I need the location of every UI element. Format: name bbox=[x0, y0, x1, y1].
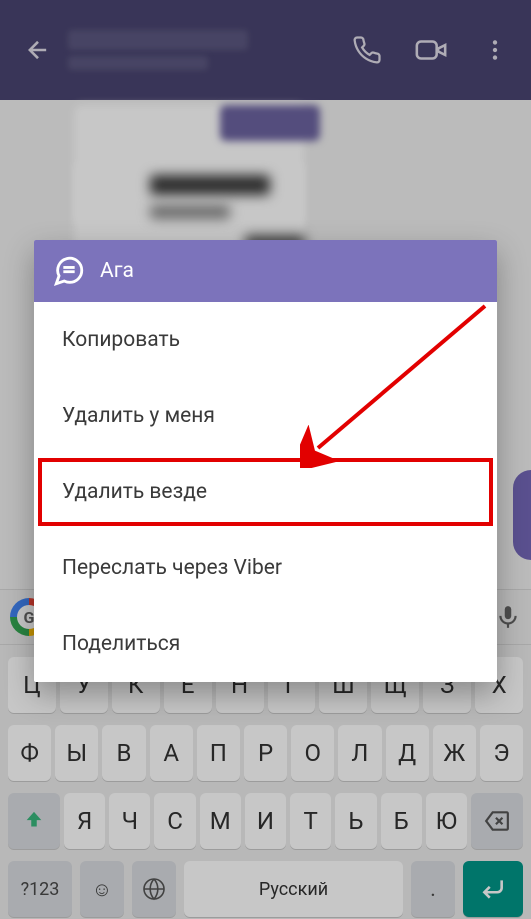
menu-item-share[interactable]: Поделиться bbox=[34, 606, 497, 682]
menu-item-copy[interactable]: Копировать bbox=[34, 302, 497, 378]
menu-item-delete-for-me[interactable]: Удалить у меня bbox=[34, 378, 497, 454]
menu-item-delete-everywhere[interactable]: Удалить везде bbox=[34, 454, 497, 530]
dialog-header: Ага bbox=[34, 240, 497, 302]
chat-bubble-icon bbox=[52, 254, 86, 288]
dialog-title: Ага bbox=[100, 259, 134, 283]
context-menu-dialog: Ага Копировать Удалить у меня Удалить ве… bbox=[34, 240, 497, 682]
menu-item-forward-viber[interactable]: Переслать через Viber bbox=[34, 530, 497, 606]
screen: G Ц У К Е Н Г Ш Щ З Х Й Ф Ы В А П Р О bbox=[0, 0, 531, 919]
